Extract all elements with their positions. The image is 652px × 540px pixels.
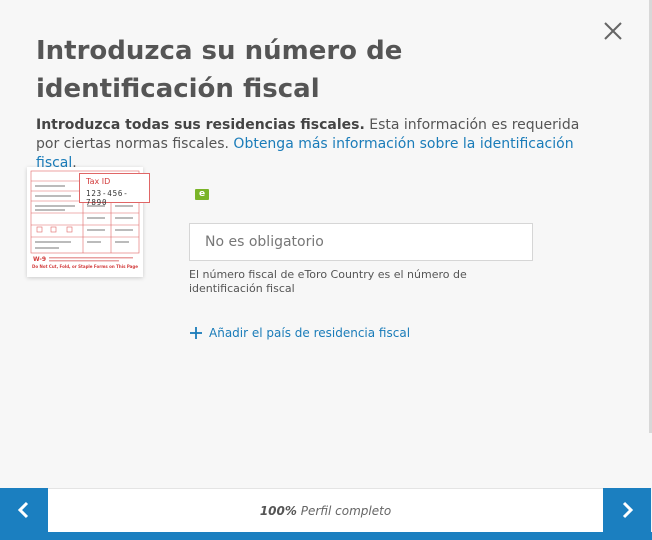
tax-id-hint: El número fiscal de eToro Country es el … (189, 268, 467, 295)
next-button[interactable] (603, 488, 651, 532)
form-footer-text: Do Not Cut, Fold, or Staple Forms on Thi… (32, 264, 138, 269)
tax-id-badge: Tax ID 123-456-7890 (79, 173, 150, 207)
chevron-left-icon (17, 501, 29, 519)
previous-button[interactable] (0, 488, 48, 532)
progress-bar (0, 532, 652, 540)
add-tax-country-button[interactable]: Añadir el país de residencia fiscal (189, 324, 410, 342)
progress-status: 100% Perfil completo (48, 488, 603, 532)
add-tax-country-label: Añadir el país de residencia fiscal (209, 326, 411, 340)
progress-bar-fill (0, 532, 652, 540)
intro-bold: Introduzca todas sus residencias fiscale… (36, 117, 365, 133)
tax-form-illustration: W-9 Tax ID 123-456-7890 Do Not Cut, Fold… (27, 167, 150, 277)
progress-label: Perfil completo (296, 504, 392, 518)
tax-id-input[interactable] (189, 223, 533, 261)
country-flag-icon: e (195, 189, 209, 200)
close-button[interactable] (600, 18, 626, 44)
chevron-right-icon (622, 501, 634, 519)
page-title: Introduzca su número de identificación f… (36, 36, 403, 104)
plus-icon (189, 326, 203, 340)
tax-id-label: Tax ID (86, 177, 111, 186)
form-code: W-9 (33, 256, 46, 263)
progress-footer: 100% Perfil completo (0, 487, 652, 540)
intro-text: Introduzca todas sus residencias fiscale… (36, 116, 596, 173)
tax-id-number: 123-456-7890 (86, 189, 129, 207)
progress-percent: 100% (259, 504, 297, 518)
close-icon (604, 22, 622, 40)
